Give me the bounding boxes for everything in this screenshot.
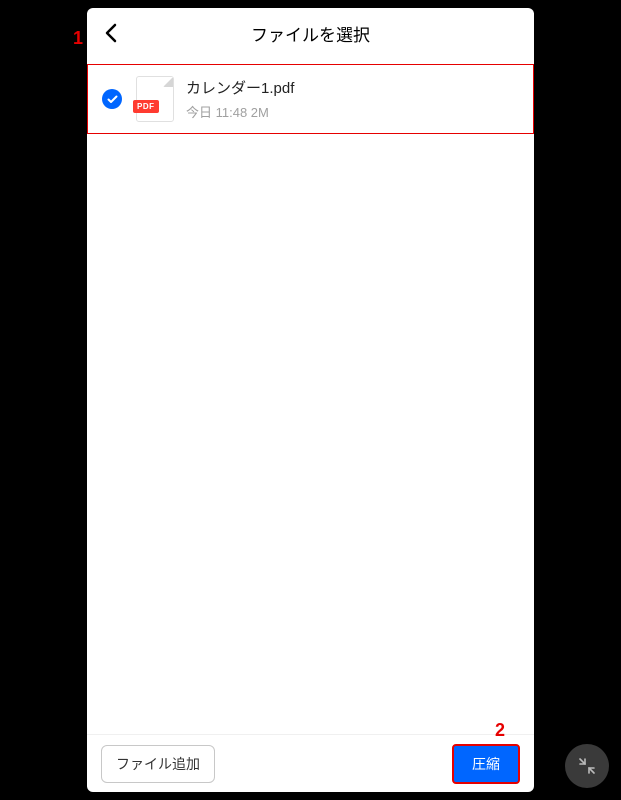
pdf-badge: PDF [133, 100, 159, 113]
file-row[interactable]: PDF カレンダー1.pdf 今日 11:48 2M [87, 64, 534, 134]
chevron-left-icon [104, 23, 118, 43]
header: ファイルを選択 [87, 8, 534, 58]
check-icon [107, 95, 118, 104]
annotation-callout-2: 2 [495, 720, 505, 741]
file-meta: カレンダー1.pdf 今日 11:48 2M [186, 77, 294, 121]
file-name: カレンダー1.pdf [186, 77, 294, 98]
annotation-callout-1: 1 [73, 28, 83, 49]
collapse-icon [577, 756, 597, 776]
compress-button[interactable]: 圧縮 [452, 744, 520, 784]
collapse-fab[interactable] [565, 744, 609, 788]
back-button[interactable] [97, 19, 125, 47]
footer-toolbar: ファイル追加 圧縮 [87, 734, 534, 792]
pdf-file-icon: PDF [136, 76, 174, 122]
file-list: PDF カレンダー1.pdf 今日 11:48 2M [87, 58, 534, 734]
page-title: ファイルを選択 [87, 21, 534, 46]
selection-check[interactable] [102, 89, 122, 109]
add-file-button[interactable]: ファイル追加 [101, 745, 215, 783]
file-detail: 今日 11:48 2M [186, 102, 294, 121]
app-frame: ファイルを選択 PDF カレンダー1.pdf 今日 11:48 2M ファイル追… [87, 8, 534, 792]
